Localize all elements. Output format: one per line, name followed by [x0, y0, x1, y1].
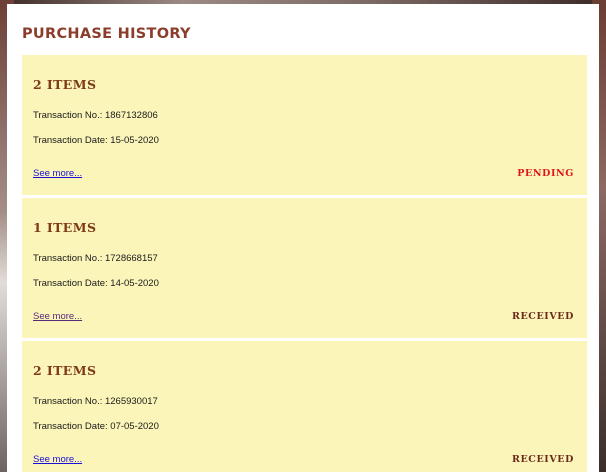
transaction-number-row: Transaction No.: 1265930017 — [33, 396, 158, 407]
item-count: 1 ITEMS — [33, 220, 97, 235]
item-count: 2 ITEMS — [33, 363, 97, 378]
transaction-date-value: 14-05-2020 — [110, 278, 159, 289]
transaction-date-row: Transaction Date: 15-05-2020 — [33, 135, 159, 146]
transaction-date-label: Transaction Date: — [33, 135, 108, 146]
purchase-history-panel: PURCHASE HISTORY 2 ITEMS Transaction No.… — [7, 4, 599, 472]
see-more-link[interactable]: See more... — [33, 454, 82, 465]
see-more-link[interactable]: See more... — [33, 168, 82, 179]
purchase-card: 1 ITEMS Transaction No.: 1728668157 Tran… — [22, 198, 587, 338]
status-badge: RECEIVED — [511, 311, 574, 322]
transaction-date-row: Transaction Date: 07-05-2020 — [33, 421, 159, 432]
transaction-number-label: Transaction No.: — [33, 253, 103, 264]
item-count: 2 ITEMS — [33, 77, 97, 92]
transaction-number-label: Transaction No.: — [33, 110, 103, 121]
transaction-number-row: Transaction No.: 1867132806 — [33, 110, 158, 121]
purchase-list: 2 ITEMS Transaction No.: 1867132806 Tran… — [22, 55, 587, 472]
transaction-date-value: 15-05-2020 — [110, 135, 159, 146]
transaction-number-value: 1867132806 — [104, 110, 158, 121]
transaction-date-label: Transaction Date: — [33, 278, 108, 289]
transaction-number-label: Transaction No.: — [33, 396, 103, 407]
status-badge: RECEIVED — [511, 454, 574, 465]
transaction-date-value: 07-05-2020 — [110, 421, 159, 432]
transaction-date-label: Transaction Date: — [33, 421, 108, 432]
transaction-number-value: 1728668157 — [104, 253, 158, 264]
purchase-card: 2 ITEMS Transaction No.: 1867132806 Tran… — [22, 55, 587, 195]
see-more-link[interactable]: See more... — [33, 311, 82, 322]
transaction-number-row: Transaction No.: 1728668157 — [33, 253, 158, 264]
status-badge: PENDING — [517, 168, 574, 179]
transaction-number-value: 1265930017 — [104, 396, 158, 407]
purchase-card: 2 ITEMS Transaction No.: 1265930017 Tran… — [22, 341, 587, 472]
transaction-date-row: Transaction Date: 14-05-2020 — [33, 278, 159, 289]
page-title: PURCHASE HISTORY — [22, 26, 191, 42]
